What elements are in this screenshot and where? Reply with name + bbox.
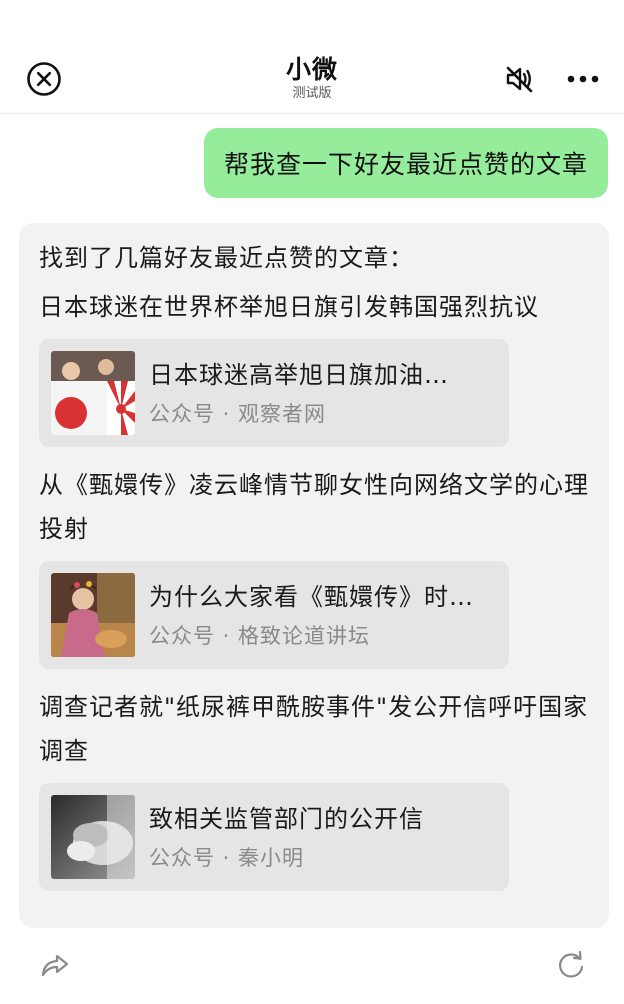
more-dots-icon xyxy=(567,75,599,83)
share-button[interactable] xyxy=(38,948,72,982)
article-title: 日本球迷在世界杯举旭日旗引发韩国强烈抗议 xyxy=(39,293,539,321)
chat-title-area: 小微 测试版 xyxy=(212,54,412,102)
chat-header: 小微 测试版 xyxy=(0,0,624,114)
speaker-muted-icon xyxy=(506,66,533,93)
refresh-icon xyxy=(559,950,584,978)
article-card-title: 为什么大家看《甄嬛传》时… xyxy=(149,583,474,611)
article-title: 调查记者就"纸尿裤甲酰胺事件"发公开信呼吁国家调查 xyxy=(39,693,589,765)
close-circle-icon xyxy=(27,62,61,96)
article-card[interactable]: 为什么大家看《甄嬛传》时… 公众号 · 格致论道讲坛 xyxy=(39,561,509,669)
close-button[interactable] xyxy=(26,61,62,97)
refresh-button[interactable] xyxy=(554,948,588,982)
article-card-title: 日本球迷高举旭日旗加油… xyxy=(149,361,449,389)
share-forward-icon xyxy=(41,954,69,977)
mute-button[interactable] xyxy=(500,60,538,98)
chat-subtitle: 测试版 xyxy=(292,86,332,101)
chat-page: 小微 测试版 帮我查一下好友最近点赞的文章 找到了几篇好友最近点赞的文章： 日本… xyxy=(0,0,624,1004)
article-card-source: 公众号 · 观察者网 xyxy=(149,402,327,426)
article-thumbnail xyxy=(51,795,135,879)
article-thumbnail xyxy=(51,351,135,435)
article-card-title: 致相关监管部门的公开信 xyxy=(149,805,424,833)
assistant-reply-card: 找到了几篇好友最近点赞的文章： 日本球迷在世界杯举旭日旗引发韩国强烈抗议 日本球… xyxy=(19,223,609,928)
user-message-bubble: 帮我查一下好友最近点赞的文章 xyxy=(203,128,608,198)
more-button[interactable] xyxy=(564,62,602,96)
article-card[interactable]: 日本球迷高举旭日旗加油… 公众号 · 观察者网 xyxy=(39,339,509,447)
article-card-source: 公众号 · 格致论道讲坛 xyxy=(149,624,371,648)
chat-title: 小微 xyxy=(285,55,338,84)
article-card[interactable]: 致相关监管部门的公开信 公众号 · 秦小明 xyxy=(39,783,509,891)
article-thumbnail xyxy=(51,573,135,657)
reply-intro: 找到了几篇好友最近点赞的文章： xyxy=(39,244,414,272)
article-card-source: 公众号 · 秦小明 xyxy=(149,846,305,870)
article-title: 从《甄嬛传》凌云峰情节聊女性向网络文学的心理投射 xyxy=(39,471,589,543)
